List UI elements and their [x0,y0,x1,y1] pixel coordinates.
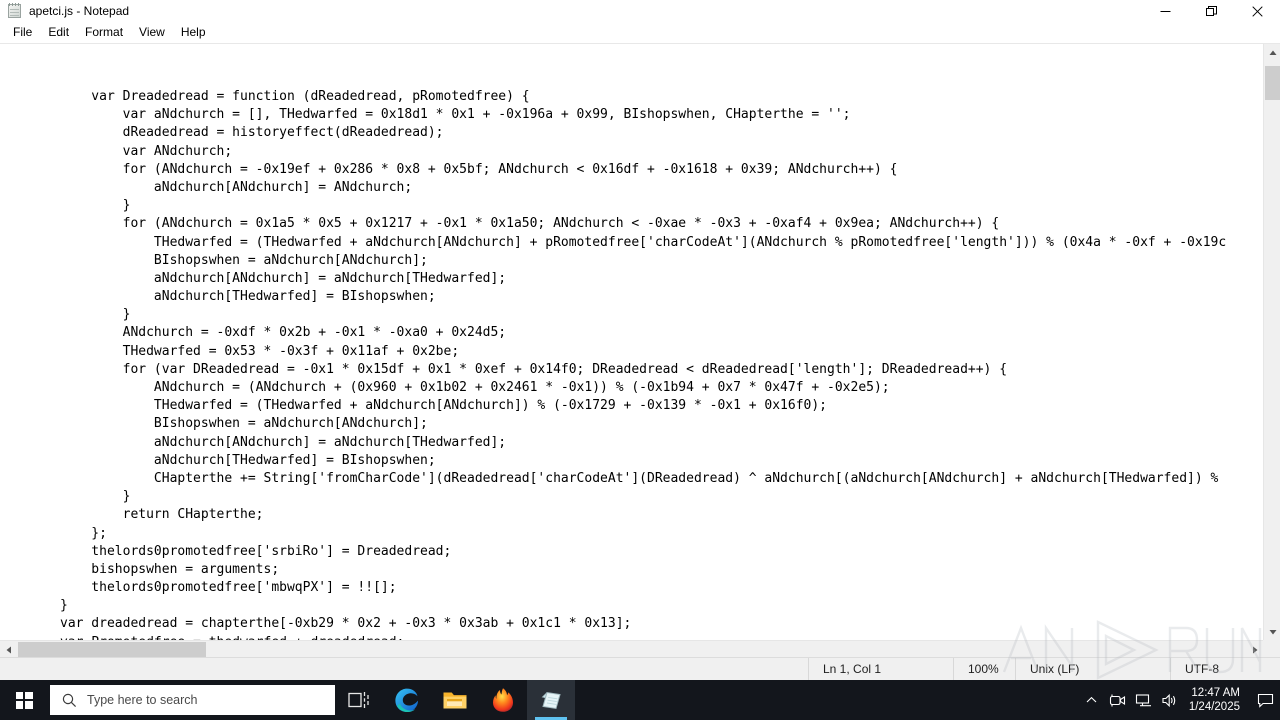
close-button[interactable] [1234,0,1280,22]
code-line: return CHapterthe; [60,507,264,523]
status-cursor-position[interactable]: Ln 1, Col 1 [808,657,953,681]
code-text[interactable]: var Dreadedread = function (dReadedread,… [60,88,1255,657]
code-line: }; [60,525,107,541]
tray-volume[interactable] [1157,680,1183,720]
file-explorer-icon [443,692,467,709]
taskbar-app-edge[interactable] [383,680,431,720]
code-line: } [60,307,131,323]
minimize-button[interactable] [1142,0,1188,22]
window-controls [1142,0,1280,22]
search-placeholder: Type here to search [87,693,198,707]
code-line: aNdchurch[ANdchurch] = ANdchurch; [60,179,413,195]
task-view-icon [348,692,369,708]
code-line: aNdchurch[ANdchurch] = aNdchurch[THedwar… [60,270,507,286]
taskbar: Type here to search 12:47 AM 1/24/2025 [0,680,1280,720]
scroll-left-button[interactable] [0,641,17,657]
menu-help[interactable]: Help [173,23,214,43]
tray-webcam[interactable] [1105,680,1131,720]
webcam-icon [1110,694,1126,706]
status-encoding[interactable]: UTF-8 [1170,657,1280,681]
editor-area[interactable]: var Dreadedread = function (dReadedread,… [0,43,1280,657]
menu-bar: File Edit Format View Help [0,22,1280,43]
code-line: THedwarfed = (THedwarfed + aNdchurch[ANd… [60,234,1227,250]
screen: apetci.js - Notepad File Edit Format Vie… [0,0,1280,720]
start-button[interactable] [0,680,48,720]
firefox-icon [493,688,513,712]
taskbar-app-notepad[interactable] [527,680,575,720]
menu-file[interactable]: File [5,23,40,43]
windows-logo-icon [15,691,33,709]
code-line: aNdchurch[THedwarfed] = BIshopswhen; [60,289,436,305]
chevron-up-icon [1086,696,1097,703]
code-line: dReadedread = historyeffect(dReadedread)… [60,125,444,141]
taskbar-app-file-explorer[interactable] [431,680,479,720]
code-line: for (ANdchurch = 0x1a5 * 0x5 + 0x1217 + … [60,216,1000,232]
code-line: BIshopswhen = aNdchurch[ANdchurch]; [60,252,428,268]
horizontal-scrollbar-thumb[interactable] [18,642,206,657]
status-zoom-level[interactable]: 100% [953,657,1015,681]
vertical-scrollbar[interactable] [1263,44,1280,640]
volume-icon [1162,693,1176,707]
code-line: var ANdchurch; [60,143,233,159]
tray-network[interactable] [1131,680,1157,720]
menu-format[interactable]: Format [77,23,131,43]
clock-time: 12:47 AM [1191,687,1240,699]
menu-edit[interactable]: Edit [40,23,77,43]
notepad-icon [7,3,23,19]
code-line: } [60,598,68,614]
status-bar: Ln 1, Col 1 100% Unix (LF) UTF-8 [0,657,1280,681]
code-line: CHapterthe += String['fromCharCode'](dRe… [60,470,1219,486]
code-line: aNdchurch[THedwarfed] = BIshopswhen; [60,452,436,468]
title-bar[interactable]: apetci.js - Notepad [0,0,1280,22]
search-input[interactable]: Type here to search [50,685,335,715]
scroll-down-button[interactable] [1264,623,1280,640]
notepad-window: apetci.js - Notepad File Edit Format Vie… [0,0,1280,681]
restore-button[interactable] [1188,0,1234,22]
clock-date: 1/24/2025 [1188,701,1240,713]
network-icon [1136,693,1152,706]
code-line: for (ANdchurch = -0x19ef + 0x286 * 0x8 +… [60,161,898,177]
scroll-right-button[interactable] [1246,641,1263,657]
code-line: BIshopswhen = aNdchurch[ANdchurch]; [60,416,428,432]
code-line: ANdchurch = -0xdf * 0x2b + -0x1 * -0xa0 … [60,325,507,341]
task-view-button[interactable] [335,680,383,720]
edge-icon [395,688,418,712]
menu-view[interactable]: View [131,23,173,43]
code-line: var dreadedread = chapterthe[-0xb29 * 0x… [60,616,632,632]
code-line: thelords0promotedfree['srbiRo'] = Dreade… [60,543,452,559]
scroll-up-button[interactable] [1264,44,1280,61]
code-line: THedwarfed = (THedwarfed + aNdchurch[ANd… [60,398,828,414]
code-line: thelords0promotedfree['mbwqPX'] = !![]; [60,580,397,596]
show-hidden-icons-button[interactable] [1079,680,1105,720]
status-line-endings[interactable]: Unix (LF) [1015,657,1170,681]
code-line: ANdchurch = (ANdchurch + (0x960 + 0x1b02… [60,380,890,395]
vertical-scrollbar-thumb[interactable] [1265,66,1280,100]
code-line: bishopswhen = arguments; [60,561,280,577]
scrollbar-corner [1263,640,1280,657]
action-center-button[interactable] [1250,680,1280,720]
system-tray: 12:47 AM 1/24/2025 [1079,680,1280,720]
code-line: aNdchurch[ANdchurch] = aNdchurch[THedwar… [60,434,507,450]
code-line: var Dreadedread = function (dReadedread,… [60,89,530,104]
code-line: var aNdchurch = [], THedwarfed = 0x18d1 … [60,107,851,123]
notepad-icon [541,691,561,710]
horizontal-scrollbar[interactable] [0,640,1263,657]
action-center-icon [1257,693,1273,708]
window-title: apetci.js - Notepad [29,4,130,18]
code-line: } [60,198,131,214]
code-line: for (var DReadedread = -0x1 * 0x15df + 0… [60,361,1008,377]
search-icon [62,693,77,707]
taskbar-app-firefox[interactable] [479,680,527,720]
clock[interactable]: 12:47 AM 1/24/2025 [1183,680,1250,720]
code-line: THedwarfed = 0x53 * -0x3f + 0x11af + 0x2… [60,343,460,359]
code-line: } [60,489,131,505]
